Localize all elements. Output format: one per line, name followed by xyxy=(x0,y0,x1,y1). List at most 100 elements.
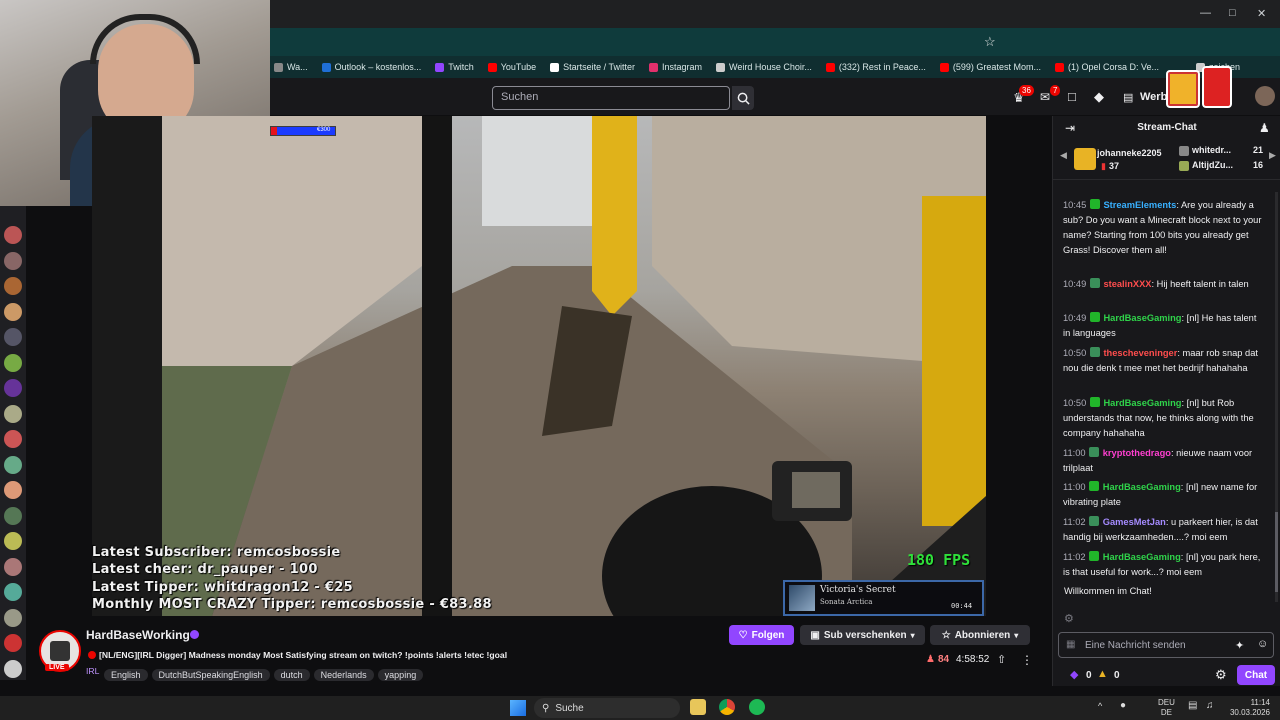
followed-channel-avatar[interactable] xyxy=(4,404,22,423)
chat-send-button[interactable]: Chat xyxy=(1237,665,1275,685)
bookmark-icon xyxy=(716,62,725,72)
message-username[interactable]: HardBaseGaming xyxy=(1103,552,1181,562)
followed-channel-avatar[interactable] xyxy=(4,251,22,270)
taskbar-search[interactable]: ⚲ Suche xyxy=(534,698,680,718)
windows-start-icon[interactable] xyxy=(510,700,526,716)
chevron-left-icon[interactable]: ◀ xyxy=(1060,150,1067,161)
clock[interactable]: 11:14 30.03.2026 xyxy=(1222,698,1270,718)
chrome-icon[interactable] xyxy=(719,699,735,715)
bookmark-item[interactable]: Instagram xyxy=(648,62,702,72)
tag-chip[interactable]: yapping xyxy=(377,669,424,681)
followed-channel-avatar[interactable] xyxy=(4,506,22,525)
message-username[interactable]: StreamElements xyxy=(1103,200,1176,210)
close-icon[interactable]: ✕ xyxy=(1257,7,1266,20)
ad-free-icon[interactable]: ▤ xyxy=(1123,91,1133,104)
chat-message: 10:50 HardBaseGaming: [nl] but Rob under… xyxy=(1063,396,1263,441)
subscribe-button[interactable]: ☆ Abonnieren ▾ xyxy=(930,625,1030,645)
followed-channel-avatar[interactable] xyxy=(4,557,22,576)
bookmark-item[interactable]: YouTube xyxy=(487,62,536,72)
message-username[interactable]: HardBaseGaming xyxy=(1103,313,1181,323)
followed-channel-avatar[interactable] xyxy=(4,481,22,499)
followed-channel-avatar[interactable] xyxy=(4,532,22,550)
chat-input[interactable]: ▦ Eine Nachricht senden ✦ ☺ xyxy=(1058,632,1274,658)
message-username[interactable]: HardBaseGaming xyxy=(1103,482,1181,492)
bookmark-item[interactable]: Startseite / Twitter xyxy=(550,62,635,72)
followed-channel-avatar[interactable] xyxy=(4,583,22,601)
badge-icon xyxy=(1089,551,1100,561)
bookmark-item[interactable]: Outlook – kostenlos... xyxy=(321,62,421,72)
message-time: 11:00 xyxy=(1063,482,1086,492)
album-art xyxy=(789,585,815,611)
chat-users-icon[interactable]: ♟ xyxy=(1259,121,1270,135)
power-ups-icon[interactable]: ✦ xyxy=(1235,639,1244,652)
message-username[interactable]: HardBaseGaming xyxy=(1103,398,1181,408)
emote-icon[interactable]: ☺ xyxy=(1257,638,1268,650)
tag-chip[interactable]: Nederlands xyxy=(313,669,374,681)
bookmark-label: Startseite / Twitter xyxy=(563,62,635,72)
user-avatar[interactable] xyxy=(1255,86,1275,106)
followed-channel-avatar[interactable] xyxy=(4,608,22,627)
bookmark-item[interactable]: Wa... xyxy=(274,62,308,72)
message-username[interactable]: thescheveninger xyxy=(1103,348,1177,358)
star-icon[interactable]: ☆ xyxy=(984,34,996,50)
network-icon[interactable]: ▤ xyxy=(1188,700,1197,711)
settings-gear-icon[interactable]: ⚙ xyxy=(1064,612,1074,625)
leader-count: 16 xyxy=(1253,160,1264,170)
chat-scrollbar[interactable] xyxy=(1275,192,1278,602)
input-language[interactable]: DEU DE xyxy=(1158,698,1175,718)
message-username[interactable]: stealinXXX xyxy=(1103,279,1151,289)
chat-message: 10:49 HardBaseGaming: [nl] He has talent… xyxy=(1063,311,1263,341)
followed-channel-avatar[interactable] xyxy=(4,634,22,652)
latest-tipper: Latest Tipper: whitdragon12 - €25 xyxy=(92,580,353,595)
chevron-up-icon[interactable]: ^ xyxy=(1098,701,1102,711)
search-button[interactable] xyxy=(732,86,754,110)
tag-chip[interactable]: DutchButSpeakingEnglish xyxy=(151,669,270,681)
message-time: 10:49 xyxy=(1063,313,1087,323)
minimize-icon[interactable]: — xyxy=(1200,7,1211,19)
tag-chip[interactable]: dutch xyxy=(273,669,310,681)
followed-channel-avatar[interactable] xyxy=(4,226,22,244)
followed-channel-avatar[interactable] xyxy=(4,455,22,474)
chat-input-placeholder: Eine Nachricht senden xyxy=(1085,640,1186,651)
channel-points-icon[interactable]: ◆ xyxy=(1070,668,1078,681)
search-input[interactable]: Suchen xyxy=(492,86,730,110)
gift-sub-button[interactable]: ▣ Sub verschenken ▾ xyxy=(800,625,925,645)
chevron-right-icon[interactable]: ▶ xyxy=(1269,150,1276,161)
werbung-label[interactable]: Werb xyxy=(1140,91,1167,103)
bookmark-item[interactable]: (1) Opel Corsa D: Ve... xyxy=(1054,62,1159,72)
bookmark-item[interactable]: Weird House Choir... xyxy=(716,62,812,72)
bookmark-item[interactable]: (599) Greatest Mom... xyxy=(939,62,1041,72)
message-username[interactable]: GamesMetJan xyxy=(1103,517,1166,527)
volume-icon[interactable]: ♫ xyxy=(1206,700,1214,711)
prime-icon[interactable]: ◆ xyxy=(1094,89,1104,105)
leader-name: whitedr... xyxy=(1192,145,1232,155)
message-username[interactable]: kryptothedrago xyxy=(1103,448,1171,458)
video-player[interactable] xyxy=(92,116,986,616)
file-explorer-icon[interactable] xyxy=(690,699,706,715)
followed-channel-avatar[interactable] xyxy=(4,353,22,372)
followed-channel-avatar[interactable] xyxy=(4,302,22,321)
bookmark-label: (1) Opel Corsa D: Ve... xyxy=(1067,62,1159,72)
spotify-icon[interactable] xyxy=(749,699,765,715)
followed-channel-avatar[interactable] xyxy=(4,277,22,295)
message-time: 10:50 xyxy=(1063,398,1087,408)
category-link[interactable]: IRL xyxy=(86,666,99,676)
followed-channel-avatar[interactable] xyxy=(4,659,22,678)
bits-icon[interactable]: ▦ xyxy=(1066,639,1075,650)
whispers-icon[interactable]: □ xyxy=(1068,89,1076,104)
channel-name[interactable]: HardBaseWorking xyxy=(86,628,190,642)
maximize-icon[interactable]: □ xyxy=(1229,7,1236,19)
microphone-icon[interactable]: ● xyxy=(1120,700,1126,711)
inbox-icon[interactable]: ✉ xyxy=(1040,90,1050,104)
chat-settings-icon[interactable]: ⚙ xyxy=(1215,667,1227,683)
share-icon[interactable]: ⇧ xyxy=(997,653,1006,666)
bookmark-item[interactable]: (332) Rest in Peace... xyxy=(825,62,926,72)
bookmark-item[interactable]: Twitch xyxy=(435,62,474,72)
follow-button[interactable]: ♡ Folgen xyxy=(729,625,794,645)
tag-chip[interactable]: English xyxy=(104,669,148,681)
followed-channel-avatar[interactable] xyxy=(4,328,22,346)
search-icon xyxy=(737,92,750,105)
followed-channel-avatar[interactable] xyxy=(4,430,22,448)
followed-channel-avatar[interactable] xyxy=(4,379,22,397)
more-options-icon[interactable]: ⋮ xyxy=(1021,653,1033,667)
